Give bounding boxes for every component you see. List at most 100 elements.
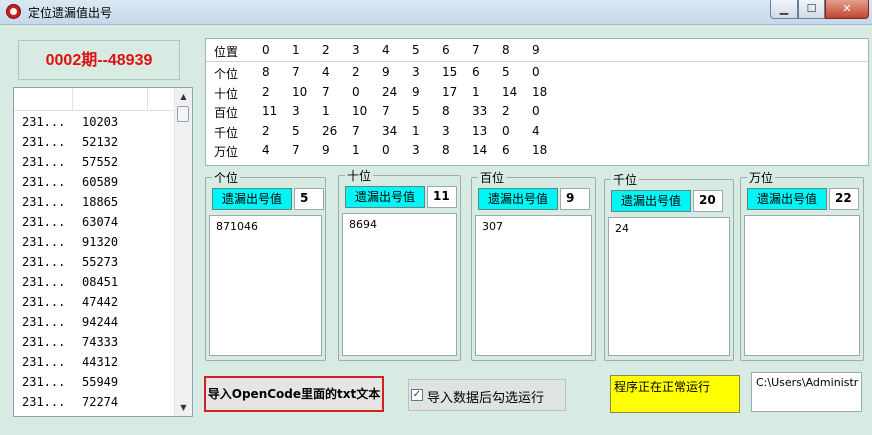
auto-run-checkbox[interactable]: ✓ [411,389,423,401]
table-cell: 17 [442,84,458,99]
table-cell: 14 [502,84,518,99]
table-row-label: 十位 [214,86,239,101]
table-cell: 9 [322,143,330,157]
table-cell: 33 [472,104,488,118]
table-cell: 1 [412,123,420,138]
minimize-button[interactable]: ▁ [770,0,798,19]
table-cell: 0 [532,104,540,118]
auto-run-label: 导入数据后勾选运行 [427,391,545,406]
list-item-date: 231... [22,115,66,129]
list-item[interactable]: 231... 63074 [14,214,176,234]
omission-value-input[interactable]: 9 [560,188,590,210]
omission-value-input[interactable]: 20 [693,190,723,212]
list-item-date: 231... [22,195,66,209]
table-header-cell: 1 [292,43,300,57]
list-item[interactable]: 231... 18865 [14,194,176,214]
table-row-label: 个位 [214,67,239,81]
list-item[interactable]: 231... 55949 [14,374,176,394]
table-cell: 7 [352,123,360,138]
omission-value-input[interactable]: 5 [294,188,324,210]
period-text: 0002期--48939 [45,52,153,69]
list-item[interactable]: 231... 44312 [14,354,176,374]
title-bar: 定位遗漏值出号 ▁ ☐ ✕ [0,0,872,25]
scroll-down-arrow-icon[interactable]: ▼ [175,399,192,416]
list-item-date: 231... [22,295,66,309]
table-cell: 9 [382,65,390,79]
list-item-number: 57552 [82,155,119,169]
list-item-number: 60589 [82,175,119,189]
table-cell: 3 [412,65,420,79]
list-item-date: 231... [22,355,66,369]
list-item[interactable]: 231... 10203 [14,114,176,134]
table-cell: 26 [322,123,338,138]
list-item[interactable]: 231... 55273 [14,254,176,274]
list-item[interactable]: 231... 57552 [14,154,176,174]
list-item[interactable]: 231... 91320 [14,234,176,254]
draw-history-list[interactable]: 231... 10203 231... 52132 231... 57552 231... 6… [13,87,193,417]
import-opencode-button[interactable]: 导入OpenCode里面的txt文本 [204,376,384,412]
output-textarea[interactable]: 871046 [209,215,322,356]
status-box: 程序正在正常运行 [610,375,740,413]
list-scrollbar[interactable]: ▲ ▼ [174,88,192,416]
output-textarea[interactable]: 24 [608,217,730,356]
table-cell: 4 [322,65,330,79]
table-row-label: 百位 [214,106,239,120]
table-cell: 3 [292,104,300,118]
list-item-date: 231... [22,215,66,229]
auto-run-checkbox-row[interactable]: ✓ 导入数据后勾选运行 [408,379,566,411]
scroll-thumb[interactable] [177,106,189,122]
list-item-date: 231... [22,255,66,269]
list-item[interactable]: 231... 08451 [14,274,176,294]
list-item-date: 231... [22,335,66,349]
table-row-label: 万位 [214,145,239,159]
table-header-cell: 6 [442,43,450,57]
table-cell: 0 [382,143,390,157]
table-cell: 18 [532,143,548,157]
list-item-date: 231... [22,275,66,289]
maximize-button[interactable]: ☐ [798,0,825,19]
table-cell: 8 [262,65,270,79]
omission-value-input[interactable]: 22 [829,188,859,210]
table-cell: 1 [322,104,330,118]
list-item-number: 55949 [82,375,119,389]
list-item[interactable]: 231... 94244 [14,314,176,334]
table-cell: 1 [472,84,480,99]
table-cell: 24 [382,84,398,99]
omission-value-label: 遗漏出号值 [212,188,292,210]
list-item-number: 74333 [82,335,119,349]
table-cell: 7 [292,143,300,157]
app-icon [6,4,21,19]
list-item-date: 231... [22,135,66,149]
list-item[interactable]: 231... 72274 [14,394,176,414]
scroll-up-arrow-icon[interactable]: ▲ [175,88,192,105]
omission-value-label: 遗漏出号值 [345,186,425,208]
path-field[interactable]: C:\Users\Administr [751,372,862,412]
table-cell: 1 [352,143,360,157]
list-item-number: 52132 [82,135,119,149]
table-cell: 5 [412,104,420,118]
group-title: 十位 [345,167,374,184]
list-item-number: 47442 [82,295,119,309]
output-textarea[interactable] [744,215,860,356]
period-display: 0002期--48939 [18,40,180,80]
table-cell: 15 [442,65,458,79]
table-cell: 9 [412,84,420,99]
table-header-cell: 4 [382,43,390,57]
table-header-cell: 9 [532,43,540,57]
table-cell: 34 [382,123,398,138]
close-button[interactable]: ✕ [825,0,869,19]
omission-value-label: 遗漏出号值 [611,190,691,212]
omission-value-input[interactable]: 11 [427,186,457,208]
list-item[interactable]: 231... 52132 [14,134,176,154]
table-cell: 2 [502,104,510,118]
output-textarea[interactable]: 8694 [342,213,457,356]
list-item[interactable]: 231... 74333 [14,334,176,354]
list-rows: 231... 10203 231... 52132 231... 57552 231... 6… [14,114,176,414]
omission-value-label: 遗漏出号值 [478,188,558,210]
output-textarea[interactable]: 307 [475,215,592,356]
list-item[interactable]: 231... 60589 [14,174,176,194]
list-item[interactable]: 231... 47442 [14,294,176,314]
list-item-number: 91320 [82,235,119,249]
list-item-number: 63074 [82,215,119,229]
list-item-number: 10203 [82,115,119,129]
